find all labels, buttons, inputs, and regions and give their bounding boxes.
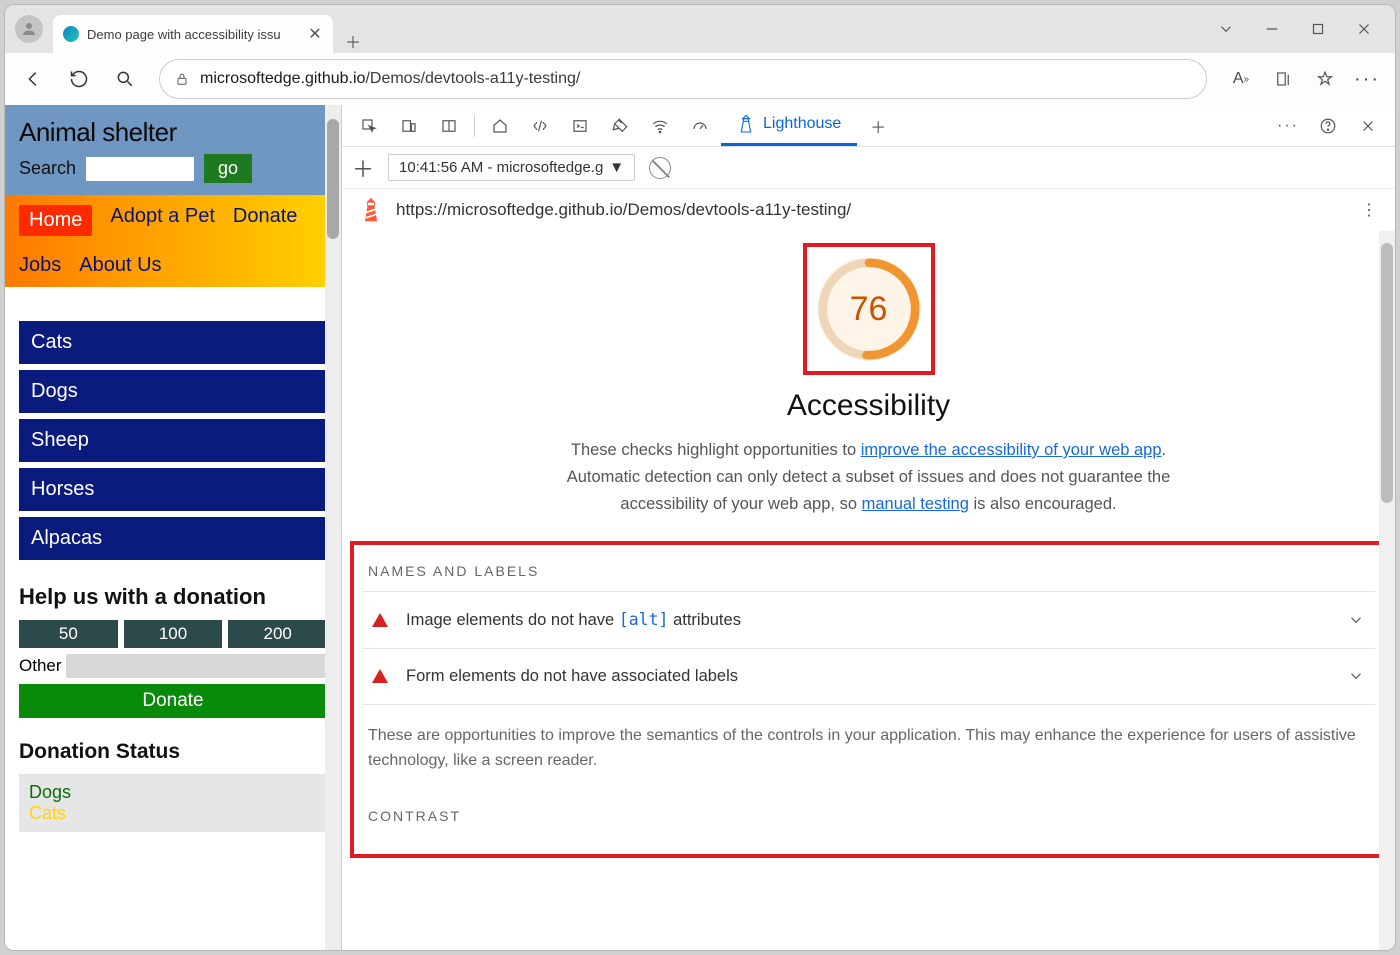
lighthouse-icon — [737, 114, 755, 134]
clear-all-icon[interactable] — [649, 157, 671, 179]
chevron-down-icon[interactable] — [1203, 9, 1249, 49]
audit-group-title: CONTRAST — [362, 808, 1375, 836]
amount-option[interactable]: 50 — [19, 620, 118, 648]
url-text: microsoftedge.github.io/Demos/devtools-a… — [200, 70, 580, 88]
category-link[interactable]: Cats — [19, 321, 327, 364]
close-window-icon[interactable] — [1341, 9, 1387, 49]
address-bar[interactable]: microsoftedge.github.io/Demos/devtools-a… — [159, 59, 1207, 99]
improve-link[interactable]: improve the accessibility of your web ap… — [861, 441, 1162, 459]
favorite-icon[interactable] — [1305, 59, 1345, 99]
amount-option[interactable]: 200 — [228, 620, 327, 648]
device-icon[interactable] — [390, 107, 428, 145]
network-tab-icon[interactable] — [641, 107, 679, 145]
title-bar: Demo page with accessibility issu ✕ ＋ — [5, 5, 1395, 53]
category-link[interactable]: Dogs — [19, 370, 327, 413]
lighthouse-beacon-icon — [360, 197, 382, 223]
sources-tab-icon[interactable] — [601, 107, 639, 145]
devtools-menu-icon[interactable]: ··· — [1269, 107, 1307, 145]
profile-avatar[interactable] — [5, 5, 53, 53]
category-heading: Accessibility — [342, 389, 1395, 423]
console-tab-icon[interactable] — [561, 107, 599, 145]
page-content: Animal shelter Search go Home Adopt a Pe… — [5, 105, 341, 950]
other-amount-input[interactable] — [66, 654, 327, 678]
close-tab-icon[interactable]: ✕ — [307, 26, 323, 42]
browser-toolbar: microsoftedge.github.io/Demos/devtools-a… — [5, 53, 1395, 105]
go-button[interactable]: go — [204, 154, 252, 183]
back-button[interactable] — [13, 59, 53, 99]
nav-home[interactable]: Home — [19, 205, 92, 236]
lighthouse-tab-label: Lighthouse — [763, 115, 841, 133]
devtools-panel: Lighthouse ＋ ··· ＋ 10:41:56 AM - microso… — [341, 105, 1395, 950]
tab-title: Demo page with accessibility issu — [87, 27, 299, 42]
page-scrollbar[interactable] — [325, 105, 341, 950]
search-button[interactable] — [105, 59, 145, 99]
other-label: Other — [19, 656, 62, 676]
score-highlight: 76 — [803, 243, 935, 375]
report-menu-icon[interactable]: ⋮ — [1361, 200, 1377, 220]
audit-group-title: NAMES AND LABELS — [362, 563, 1375, 591]
accessibility-gauge: 76 — [817, 257, 921, 361]
devtools-tabstrip: Lighthouse ＋ ··· — [342, 105, 1395, 147]
status-cats: Cats — [29, 803, 317, 824]
welcome-tab-icon[interactable] — [481, 107, 519, 145]
main-nav: Home Adopt a Pet Donate Jobs About Us — [5, 195, 341, 287]
category-link[interactable]: Sheep — [19, 419, 327, 462]
donate-button[interactable]: Donate — [19, 684, 327, 718]
warning-icon — [372, 613, 388, 627]
search-input[interactable] — [86, 157, 194, 181]
performance-tab-icon[interactable] — [681, 107, 719, 145]
collections-icon[interactable] — [1263, 59, 1303, 99]
chevron-down-icon — [1347, 667, 1365, 685]
category-link[interactable]: Alpacas — [19, 517, 327, 560]
tested-url: https://microsoftedge.github.io/Demos/de… — [396, 200, 851, 220]
audits-highlight: NAMES AND LABELS Image elements do not h… — [350, 541, 1387, 858]
site-title: Animal shelter — [19, 117, 327, 148]
lighthouse-tab[interactable]: Lighthouse — [721, 106, 857, 146]
browser-tab[interactable]: Demo page with accessibility issu ✕ — [53, 15, 333, 53]
status-heading: Donation Status — [19, 740, 327, 764]
refresh-button[interactable] — [59, 59, 99, 99]
menu-icon[interactable]: ··· — [1347, 59, 1387, 99]
read-aloud-icon[interactable]: A» — [1221, 59, 1261, 99]
search-label: Search — [19, 158, 76, 179]
audit-item[interactable]: Image elements do not have [alt] attribu… — [362, 592, 1375, 649]
category-description: These checks highlight opportunities to … — [559, 437, 1179, 519]
report-selector[interactable]: 10:41:56 AM - microsoftedge.g▼ — [388, 154, 635, 181]
lock-icon — [174, 71, 190, 87]
lighthouse-subtoolbar: ＋ 10:41:56 AM - microsoftedge.g▼ — [342, 147, 1395, 189]
donation-heading: Help us with a donation — [19, 584, 327, 610]
new-report-icon[interactable]: ＋ — [352, 152, 374, 184]
inspect-icon[interactable] — [350, 107, 388, 145]
audit-item[interactable]: Form elements do not have associated lab… — [362, 649, 1375, 705]
amount-option[interactable]: 100 — [124, 620, 223, 648]
category-link[interactable]: Horses — [19, 468, 327, 511]
new-tab-button[interactable]: ＋ — [333, 29, 373, 53]
nav-donate[interactable]: Donate — [233, 205, 298, 236]
audit-group-description: These are opportunities to improve the s… — [362, 705, 1375, 774]
nav-adopt[interactable]: Adopt a Pet — [110, 205, 215, 236]
chevron-down-icon — [1347, 611, 1365, 629]
manual-testing-link[interactable]: manual testing — [862, 495, 969, 513]
maximize-icon[interactable] — [1295, 9, 1341, 49]
nav-about[interactable]: About Us — [79, 254, 161, 277]
more-tabs-icon[interactable]: ＋ — [859, 107, 897, 145]
edge-icon — [63, 26, 79, 42]
elements-tab-icon[interactable] — [521, 107, 559, 145]
nav-jobs[interactable]: Jobs — [19, 254, 61, 277]
status-dogs: Dogs — [29, 782, 317, 803]
close-devtools-icon[interactable] — [1349, 107, 1387, 145]
minimize-icon[interactable] — [1249, 9, 1295, 49]
help-icon[interactable] — [1309, 107, 1347, 145]
warning-icon — [372, 669, 388, 683]
dock-icon[interactable] — [430, 107, 468, 145]
devtools-scrollbar[interactable] — [1379, 231, 1395, 950]
